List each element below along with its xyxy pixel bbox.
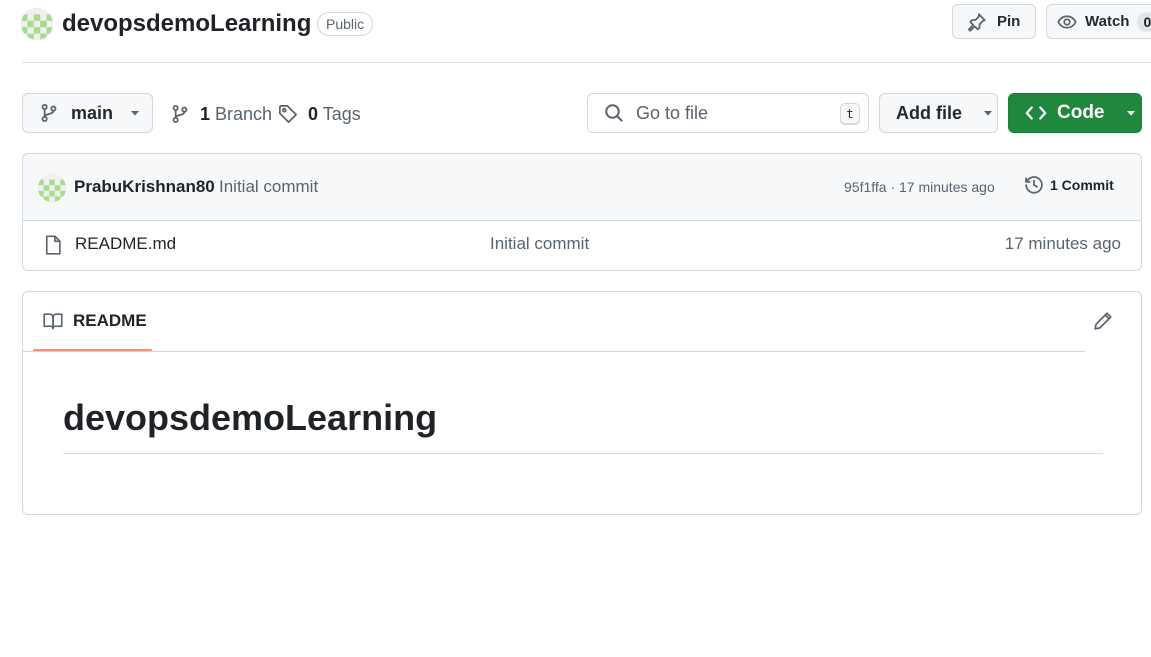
search-icon — [604, 103, 624, 123]
file-commit-message[interactable]: Initial commit — [490, 234, 589, 254]
eye-icon — [1057, 12, 1077, 32]
latest-commit-bar: PrabuKrishnan80 Initial commit 95f1ffa ·… — [23, 154, 1141, 221]
file-age: 17 minutes ago — [1004, 234, 1121, 253]
search-placeholder: Go to file — [636, 102, 709, 123]
chevron-down-icon — [1125, 107, 1137, 119]
tags-link[interactable]: 0 Tags — [278, 100, 361, 128]
code-icon — [1025, 103, 1047, 123]
pin-icon — [967, 12, 987, 32]
code-label: Code — [1057, 102, 1105, 123]
readme-heading: devopsdemoLearning — [63, 397, 438, 438]
identicon-icon — [21, 8, 53, 40]
pencil-icon — [1093, 311, 1113, 331]
readme-header-divider — [23, 351, 1085, 352]
commit-message[interactable]: Initial commit — [219, 177, 318, 197]
git-branch-icon — [170, 104, 190, 124]
chevron-down-icon — [129, 107, 141, 119]
file-name[interactable]: README.md — [75, 234, 176, 254]
readme-heading-rule — [63, 453, 1103, 454]
identicon-icon — [38, 174, 66, 202]
commits-history-link[interactable]: 1 Commit — [1024, 175, 1114, 195]
branches-link[interactable]: 1 Branch — [170, 100, 272, 128]
code-button[interactable]: Code — [1008, 93, 1142, 133]
edit-readme-button[interactable] — [1093, 311, 1113, 336]
branch-select-button[interactable]: main — [22, 93, 153, 133]
readme-tab-label: README — [73, 311, 147, 330]
branches-label: Branch — [215, 103, 273, 124]
branches-count: 1 — [200, 103, 211, 124]
watch-button[interactable]: Watch 0 — [1046, 4, 1151, 39]
visibility-badge: Public — [317, 12, 374, 36]
search-shortcut-key: t — [840, 103, 860, 125]
watch-count: 0 — [1137, 11, 1151, 32]
pin-button[interactable]: Pin — [952, 4, 1036, 39]
pin-label: Pin — [997, 13, 1021, 30]
chevron-down-icon — [982, 107, 994, 119]
git-branch-icon — [39, 103, 59, 123]
tags-label: Tags — [322, 103, 361, 124]
tag-icon — [278, 104, 298, 124]
watch-label: Watch — [1085, 13, 1130, 30]
tags-count: 0 — [308, 103, 319, 124]
file-listing: PrabuKrishnan80 Initial commit 95f1ffa ·… — [22, 153, 1142, 271]
add-file-button[interactable]: Add file — [879, 93, 998, 133]
commit-author[interactable]: PrabuKrishnan80 — [74, 177, 215, 197]
file-row[interactable]: README.md Initial commit 17 minutes ago — [23, 220, 1141, 270]
header-divider — [22, 62, 1151, 63]
add-file-label: Add file — [896, 102, 962, 123]
tab-readme[interactable]: README — [43, 311, 147, 331]
file-icon — [44, 235, 62, 255]
branch-name: main — [71, 102, 114, 123]
repo-owner-avatar[interactable] — [21, 8, 53, 40]
history-icon — [1024, 175, 1044, 195]
go-to-file-input[interactable]: Go to file t — [587, 93, 869, 133]
repo-title[interactable]: devopsdemoLearning — [62, 8, 311, 40]
commits-label: 1 Commit — [1050, 177, 1114, 193]
commit-hash-time[interactable]: 95f1ffa · 17 minutes ago — [844, 179, 995, 195]
book-icon — [43, 312, 63, 330]
readme-panel: README devopsdemoLearning — [22, 291, 1142, 515]
commit-author-avatar[interactable] — [38, 174, 66, 202]
